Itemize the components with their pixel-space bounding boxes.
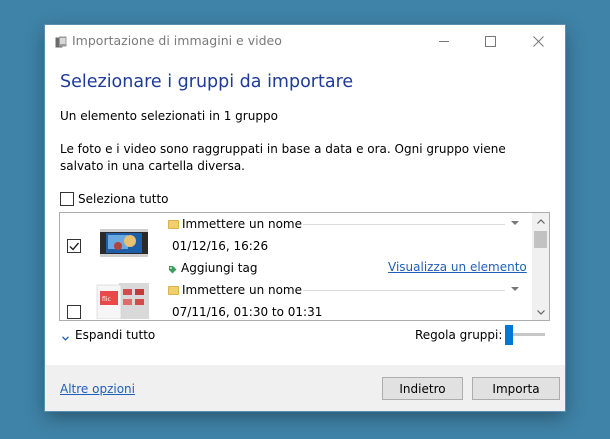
maximize-icon — [484, 32, 496, 51]
tag-icon — [168, 259, 177, 278]
select-all-checkbox[interactable]: Seleziona tutto — [60, 191, 169, 207]
group-item: Immettere un nome 01/12/16, 16:26 Aggiun… — [60, 213, 532, 287]
selection-summary: Un elemento selezionati in 1 gruppo — [60, 109, 278, 123]
minimize-button[interactable] — [421, 25, 467, 57]
group-item: flic Immettere un nome 07/11/16, 01:30 t… — [60, 283, 532, 320]
description-text: Le foto e i video sono raggruppati in ba… — [60, 142, 506, 173]
scroll-up-button[interactable] — [532, 213, 549, 229]
chevron-down-icon — [62, 326, 69, 345]
group-date: 07/11/16, 01:30 to 01:31 — [172, 305, 323, 319]
photo-thumbnail: flic — [93, 283, 153, 320]
minimize-icon — [438, 32, 450, 51]
select-all-label: Seleziona tutto — [78, 192, 169, 206]
view-item-link[interactable]: Visualizza un elemento — [388, 260, 527, 274]
slider-thumb[interactable] — [505, 325, 513, 345]
scrollbar-thumb[interactable] — [534, 231, 547, 248]
group-date: 01/12/16, 16:26 — [172, 239, 269, 253]
vertical-scrollbar[interactable] — [532, 213, 549, 320]
expand-all-button[interactable]: Espandi tutto — [62, 327, 155, 343]
folder-icon — [168, 220, 179, 229]
page-heading: Selezionare i gruppi da importare — [60, 72, 354, 92]
group-checkbox[interactable] — [67, 239, 81, 253]
svg-text:flic: flic — [102, 296, 111, 303]
checkmark-icon — [69, 242, 80, 251]
chevron-down-icon[interactable] — [511, 287, 519, 291]
checkbox[interactable] — [60, 192, 74, 206]
import-button[interactable]: Importa — [472, 377, 560, 400]
import-dialog: Importazione di immagini e video Selezio… — [45, 25, 565, 411]
group-list[interactable]: Immettere un nome 01/12/16, 16:26 Aggiun… — [59, 212, 550, 321]
group-name-placeholder: Immettere un nome — [182, 283, 307, 297]
maximize-button[interactable] — [467, 25, 513, 57]
group-name-field[interactable]: Immettere un nome — [168, 283, 523, 299]
name-underline — [303, 290, 505, 291]
footer-bar: Altre opzioni Indietro Importa — [45, 365, 565, 411]
close-button[interactable] — [515, 25, 561, 57]
folder-icon — [168, 286, 179, 295]
add-tag-label: Aggiungi tag — [181, 261, 258, 275]
back-button[interactable]: Indietro — [382, 377, 463, 400]
window-title: Importazione di immagini e video — [72, 33, 282, 48]
close-icon — [532, 32, 544, 51]
expand-all-label: Espandi tutto — [75, 328, 156, 342]
name-underline — [303, 224, 505, 225]
group-checkbox[interactable] — [67, 305, 81, 319]
photos-import-icon — [55, 34, 67, 48]
scroll-down-button[interactable] — [532, 304, 549, 320]
group-name-field[interactable]: Immettere un nome — [168, 217, 523, 233]
title-bar[interactable]: Importazione di immagini e video — [45, 25, 565, 57]
adjust-groups-slider[interactable] — [505, 325, 545, 345]
add-tag-button[interactable]: Aggiungi tag — [168, 260, 257, 276]
adjust-groups-label: Regola gruppi: — [415, 328, 503, 342]
chevron-down-icon[interactable] — [511, 221, 519, 225]
group-name-placeholder: Immettere un nome — [182, 217, 307, 231]
video-thumbnail — [100, 227, 148, 263]
more-options-link[interactable]: Altre opzioni — [60, 382, 135, 396]
